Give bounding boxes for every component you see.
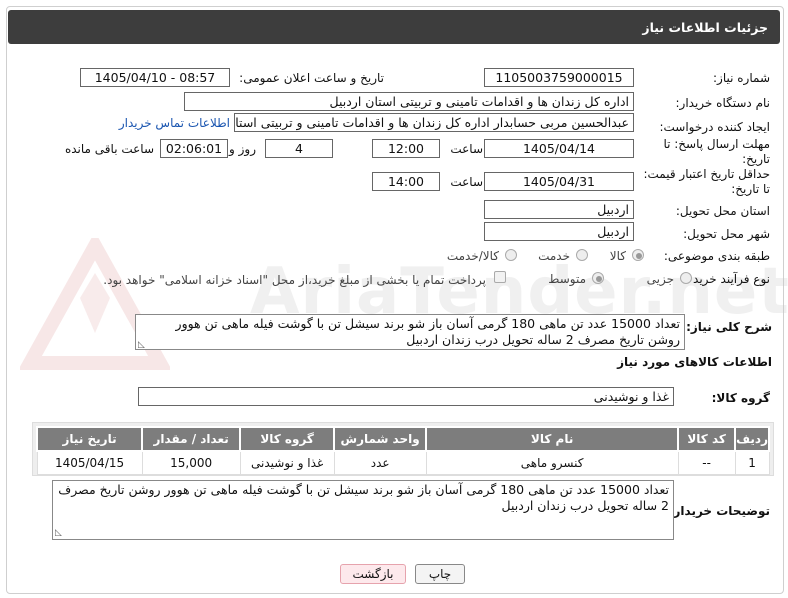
cell-unit: عدد	[333, 450, 427, 475]
print-button[interactable]: چاپ	[415, 564, 465, 584]
remaining-time-label: ساعت باقی مانده	[64, 142, 154, 156]
price-validity-date: 1405/04/31	[484, 172, 634, 191]
category-goods-radio[interactable]	[632, 249, 644, 261]
purchase-minor-label: جزیی	[646, 272, 674, 286]
delivery-province-label: استان محل تحویل:	[675, 204, 770, 218]
category-service-radio[interactable]	[576, 249, 588, 261]
reply-deadline-label: مهلت ارسال پاسخ: تا	[663, 137, 770, 151]
purchase-type-label: نوع فرآیند خرید :	[685, 272, 770, 286]
col-row: ردیف	[734, 426, 770, 452]
reply-deadline-label-2: تاریخ:	[742, 152, 770, 166]
buyer-org-field: اداره کل زندان ها و اقدامات تامینی و ترب…	[184, 92, 634, 111]
cell-need-date: 1405/04/15	[36, 450, 143, 475]
requester-label: ایجاد کننده درخواست:	[659, 120, 770, 134]
cell-row: 1	[734, 450, 770, 475]
category-goods-label: کالا	[609, 249, 626, 263]
need-number-label: شماره نیاز:	[713, 71, 770, 85]
watermark-logo-icon	[20, 238, 170, 370]
goods-table-wrap: ردیف کد کالا نام کالا واحد شمارش گروه کا…	[32, 422, 774, 476]
purchase-minor-radio[interactable]	[680, 272, 692, 284]
back-button[interactable]: بازگشت	[340, 564, 406, 584]
reply-deadline-time: 12:00	[372, 139, 440, 158]
requester-field: عبدالحسین مربی حسابدار اداره کل زندان ها…	[234, 113, 634, 132]
col-code: کد کالا	[677, 426, 737, 452]
price-validity-label-2: تا تاریخ:	[731, 182, 770, 196]
col-quantity: تعداد / مقدار	[141, 426, 242, 452]
category-label: طبقه بندی موضوعی:	[663, 249, 770, 263]
cell-code: --	[677, 450, 736, 475]
purchase-medium-label: متوسط	[548, 272, 586, 286]
description-label: شرح کلی نیاز:	[686, 320, 772, 334]
announce-datetime-field: 1405/04/10 - 08:57	[80, 68, 230, 87]
cell-group: غذا و نوشیدنی	[239, 450, 335, 475]
category-both-radio[interactable]	[505, 249, 517, 261]
reply-deadline-date: 1405/04/14	[484, 139, 634, 158]
announce-datetime-label: تاریخ و ساعت اعلان عمومی:	[239, 71, 384, 85]
price-time-label: ساعت	[450, 175, 483, 189]
buyer-notes-field: تعداد 15000 عدد تن ماهی 180 گرمی آسان با…	[52, 480, 674, 540]
delivery-province-field: اردبیل	[484, 200, 634, 219]
goods-group-field: غذا و نوشیدنی	[138, 387, 674, 406]
col-unit: واحد شمارش	[333, 426, 428, 452]
col-need-date: تاریخ نیاز	[35, 426, 144, 452]
col-name: نام کالا	[425, 426, 680, 452]
days-label: روز و	[229, 142, 256, 156]
goods-table-header: ردیف کد کالا نام کالا واحد شمارش گروه کا…	[35, 426, 770, 452]
goods-group-label: گروه کالا:	[711, 391, 770, 405]
goods-table: ردیف کد کالا نام کالا واحد شمارش گروه کا…	[35, 426, 770, 475]
treasury-payment-note: پرداخت تمام یا بخشی از مبلغ خرید،از محل …	[103, 273, 486, 287]
cell-name: کنسرو ماهی	[425, 450, 679, 475]
goods-section-title: اطلاعات کالاهای مورد نیاز	[617, 355, 772, 369]
remaining-days: 4	[265, 139, 333, 158]
notes-resize-grip-icon[interactable]: ◺	[55, 528, 62, 538]
category-both-label: کالا/خدمت	[446, 249, 499, 263]
reply-time-label: ساعت	[450, 142, 483, 156]
price-validity-label: حداقل تاریخ اعتبار قیمت:	[643, 167, 770, 181]
delivery-city-field: اردبیل	[484, 222, 634, 241]
buyer-notes-label: توضیحات خریدار:	[668, 504, 770, 518]
remaining-time: 02:06:01	[160, 139, 228, 158]
cell-quantity: 15,000	[141, 450, 241, 475]
treasury-payment-checkbox[interactable]	[494, 271, 506, 283]
price-validity-time: 14:00	[372, 172, 440, 191]
page-title: جزئیات اطلاعات نیاز	[8, 10, 780, 44]
resize-grip-icon[interactable]: ◺	[138, 340, 145, 350]
description-field: تعداد 15000 عدد تن ماهی 180 گرمی آسان با…	[135, 314, 685, 350]
delivery-city-label: شهر محل تحویل:	[683, 227, 770, 241]
col-group: گروه کالا	[239, 426, 336, 452]
table-row: 1 -- کنسرو ماهی عدد غذا و نوشیدنی 15,000…	[36, 450, 770, 475]
buyer-org-label: نام دستگاه خریدار:	[675, 96, 771, 110]
category-service-label: خدمت	[538, 249, 570, 263]
purchase-medium-radio[interactable]	[592, 272, 604, 284]
buyer-contact-link[interactable]: اطلاعات تماس خریدار	[119, 116, 230, 130]
need-number-field: 1105003759000015	[484, 68, 634, 87]
